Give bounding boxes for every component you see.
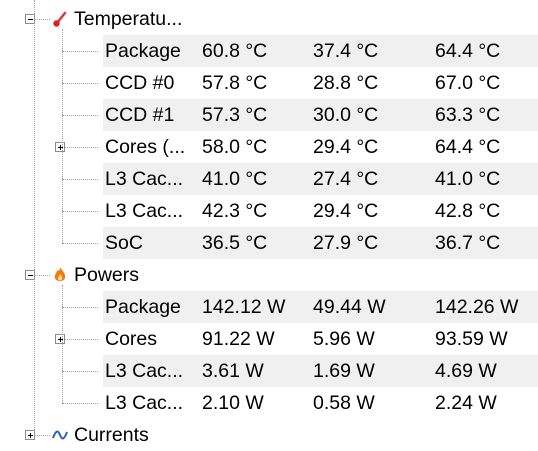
sensor-name: L3 Cac...: [105, 168, 184, 190]
sensor-name: Cores: [105, 328, 158, 350]
sensor-name: Cores (...: [105, 136, 186, 158]
flame-icon: [52, 266, 68, 284]
tree-connector-line: [62, 179, 98, 180]
max-value: 63.3 °C: [435, 104, 501, 126]
tree-connector-line: [62, 403, 98, 404]
sensor-tree: Temperatu... Package 60.8 °C 37.4 °C 64.4 °C…: [0, 0, 538, 446]
sensor-name: L3 Cac...: [105, 392, 184, 414]
max-value: 142.26 W: [435, 296, 519, 318]
group-label: Temperatu...: [74, 8, 183, 30]
group-header-row[interactable]: Temperatu...: [0, 3, 538, 35]
current-value: 42.3 °C: [202, 200, 268, 222]
min-value: 28.8 °C: [313, 72, 379, 94]
min-value: 49.44 W: [313, 296, 386, 318]
sensor-name: CCD #1: [105, 104, 175, 126]
max-value: 42.8 °C: [435, 200, 501, 222]
current-value: 142.12 W: [202, 296, 286, 318]
max-value: 67.0 °C: [435, 72, 501, 94]
min-value: 5.96 W: [313, 328, 375, 350]
tree-connector-line: [62, 307, 98, 308]
current-value: 91.22 W: [202, 328, 275, 350]
expand-toggle[interactable]: [55, 334, 65, 344]
sensor-name: Package: [105, 296, 181, 318]
min-value: 29.4 °C: [313, 200, 379, 222]
tree-connector-line: [62, 339, 98, 340]
current-value: 57.3 °C: [202, 104, 268, 126]
tree-connector-line: [62, 285, 63, 403]
min-value: 27.4 °C: [313, 168, 379, 190]
tree-connector-line: [34, 19, 50, 20]
sensor-name: Package: [105, 40, 181, 62]
current-wave-icon: [52, 426, 68, 444]
min-value: 37.4 °C: [313, 40, 379, 62]
group-label: Powers: [74, 264, 140, 286]
tree-connector-line: [62, 211, 98, 212]
sensor-name: SoC: [105, 232, 143, 254]
tree-connector-line: [34, 275, 50, 276]
current-value: 36.5 °C: [202, 232, 268, 254]
minus-icon: [28, 19, 33, 20]
current-value: 41.0 °C: [202, 168, 268, 190]
tree-connector-line: [62, 147, 98, 148]
current-value: 58.0 °C: [202, 136, 268, 158]
expand-toggle[interactable]: [55, 142, 65, 152]
current-value: 57.8 °C: [202, 72, 268, 94]
tree-connector-line: [62, 243, 98, 244]
max-value: 64.4 °C: [435, 136, 501, 158]
min-value: 1.69 W: [313, 360, 375, 382]
sensor-name: L3 Cac...: [105, 360, 184, 382]
tree-connector-line: [62, 51, 98, 52]
tree-connector-line: [62, 115, 98, 116]
current-value: 3.61 W: [202, 360, 264, 382]
group-header-row[interactable]: Currents: [0, 419, 538, 451]
min-value: 27.9 °C: [313, 232, 379, 254]
minus-icon: [28, 275, 33, 276]
sensor-name: L3 Cac...: [105, 200, 184, 222]
current-value: 2.10 W: [202, 392, 264, 414]
max-value: 93.59 W: [435, 328, 508, 350]
max-value: 64.4 °C: [435, 40, 501, 62]
sensor-name: CCD #0: [105, 72, 175, 94]
max-value: 36.7 °C: [435, 232, 501, 254]
max-value: 2.24 W: [435, 392, 497, 414]
max-value: 4.69 W: [435, 360, 497, 382]
group-label: Currents: [74, 424, 149, 446]
tree-connector-line: [62, 371, 98, 372]
min-value: 0.58 W: [313, 392, 375, 414]
tree-connector-line: [62, 83, 98, 84]
current-value: 60.8 °C: [202, 40, 268, 62]
group-header-row[interactable]: Powers: [0, 259, 538, 291]
min-value: 30.0 °C: [313, 104, 379, 126]
max-value: 41.0 °C: [435, 168, 501, 190]
thermometer-icon: [52, 10, 68, 28]
tree-spine-line: [34, 0, 35, 436]
tree-connector-line: [62, 29, 63, 243]
min-value: 29.4 °C: [313, 136, 379, 158]
